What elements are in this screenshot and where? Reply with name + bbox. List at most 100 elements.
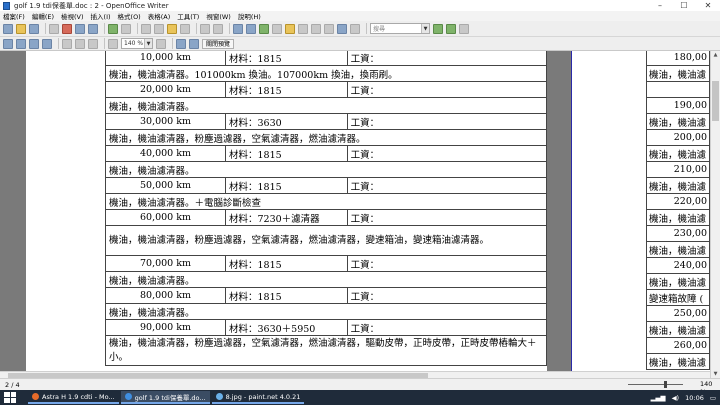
menu-tools[interactable]: 工具(T) xyxy=(177,11,199,21)
print-page-view-icon[interactable] xyxy=(189,38,199,49)
table-cell-material[interactable]: 材料：1815 xyxy=(225,255,348,272)
menu-view[interactable]: 檢視(V) xyxy=(61,11,84,21)
menu-file[interactable]: 檔案(F) xyxy=(3,11,25,21)
table-cell-description[interactable]: 機油，機油濾清器。 xyxy=(105,303,547,320)
table-cell-km[interactable]: 80,000 km xyxy=(105,287,226,304)
task-firefox[interactable]: Astra H 1.9 cdti - Mo... xyxy=(28,391,119,404)
next-page-icon[interactable] xyxy=(16,38,26,49)
table-cell[interactable]: 260,00 xyxy=(646,337,710,354)
menu-edit[interactable]: 編輯(E) xyxy=(32,11,54,21)
export-pdf-icon[interactable] xyxy=(62,23,72,34)
table-cell-description[interactable]: 機油，機油濾清器，粉塵過濾器，空氣濾清器，燃油濾清器。 xyxy=(105,129,547,146)
table-cell-km[interactable]: 10,000 km xyxy=(105,51,226,66)
task-writer[interactable]: golf 1.9 tdi保養單.do... xyxy=(120,391,210,404)
zoom-in-icon[interactable] xyxy=(108,38,118,49)
fullscreen-icon[interactable] xyxy=(176,38,186,49)
zoom-slider[interactable] xyxy=(628,384,683,385)
nonprinting-characters-icon[interactable] xyxy=(324,23,334,34)
search-input[interactable]: 搜尋 ▼ xyxy=(370,23,430,34)
table-cell[interactable]: 190,00 xyxy=(646,97,710,114)
table-cell-description[interactable]: 機油，機油濾清器。101000km 換油。107000km 換油，換雨刷。 xyxy=(105,65,547,82)
table-cell-description[interactable]: 機油，機油濾清器。＋電腦診斷檢查 xyxy=(105,193,547,210)
table-icon[interactable] xyxy=(246,23,256,34)
copy-icon[interactable] xyxy=(154,23,164,34)
table-cell[interactable]: 機油，機油濾 xyxy=(646,321,710,338)
minimize-button[interactable]: – xyxy=(648,0,672,11)
help-icon[interactable] xyxy=(350,23,360,34)
print-icon[interactable] xyxy=(75,23,85,34)
table-cell-material[interactable]: 材料：3630 xyxy=(225,113,348,130)
table-cell[interactable]: 機油，機油濾 xyxy=(646,177,710,194)
menu-window[interactable]: 視窗(W) xyxy=(206,11,231,21)
table-cell[interactable]: 機油，機油濾 xyxy=(646,241,710,258)
table-cell-labor[interactable]: 工資： xyxy=(346,177,548,194)
print-preview-icon[interactable] xyxy=(88,23,98,34)
table-cell[interactable] xyxy=(646,81,710,98)
table-cell-labor[interactable]: 工資： xyxy=(346,255,548,272)
table-cell[interactable]: 210,00 xyxy=(646,161,710,178)
menu-insert[interactable]: 插入(I) xyxy=(91,11,111,21)
data-sources-icon[interactable] xyxy=(311,23,321,34)
multiple-pages-icon[interactable] xyxy=(75,38,85,49)
table-cell-material[interactable]: 材料：1815 xyxy=(225,177,348,194)
table-cell-labor[interactable]: 工資： xyxy=(346,145,548,162)
table-cell-km[interactable]: 60,000 km xyxy=(105,209,226,226)
table-cell[interactable]: 220,00 xyxy=(646,193,710,210)
table-cell-material[interactable]: 材料：1815 xyxy=(225,287,348,304)
table-cell-material[interactable]: 材料：3630＋5950 xyxy=(225,319,348,336)
edit-file-icon[interactable] xyxy=(49,23,59,34)
two-pages-icon[interactable] xyxy=(62,38,72,49)
scroll-down-icon[interactable]: ▼ xyxy=(711,370,720,378)
table-cell-material[interactable]: 材料：1815 xyxy=(225,145,348,162)
table-cell-km[interactable]: 20,000 km xyxy=(105,81,226,98)
table-cell[interactable]: 機油，機油濾 xyxy=(646,273,710,290)
previous-page-icon[interactable] xyxy=(3,38,13,49)
toolbar-options-icon[interactable] xyxy=(459,23,469,34)
menu-help[interactable]: 說明(H) xyxy=(238,11,261,21)
volume-icon[interactable]: ◀) xyxy=(672,394,680,402)
table-cell-material[interactable]: 材料：7230＋濾清器 xyxy=(225,209,348,226)
first-page-icon[interactable] xyxy=(29,38,39,49)
horizontal-scrollbar[interactable] xyxy=(0,371,710,378)
redo-icon[interactable] xyxy=(213,23,223,34)
find-replace-icon[interactable] xyxy=(272,23,282,34)
table-cell-labor[interactable]: 工資： xyxy=(346,287,548,304)
autospell-icon[interactable] xyxy=(121,23,131,34)
close-preview-button[interactable]: 關閉預覽 xyxy=(202,38,235,49)
table-cell[interactable]: 230,00 xyxy=(646,225,710,242)
maximize-button[interactable]: ☐ xyxy=(672,0,696,11)
menu-table[interactable]: 表格(A) xyxy=(148,11,171,21)
network-icon[interactable]: ▂▄▆ xyxy=(651,394,666,402)
find-next-icon[interactable] xyxy=(433,23,443,34)
table-cell[interactable]: 機油，機油濾 xyxy=(646,209,710,226)
table-cell-km[interactable]: 30,000 km xyxy=(105,113,226,130)
table-cell-labor[interactable]: 工資： xyxy=(346,81,548,98)
table-cell-description[interactable]: 機油，機油濾清器，粉塵過濾器，空氣濾清器，燃油濾清器，驅動皮帶，正時皮帶，正時皮… xyxy=(105,335,547,366)
table-cell-km[interactable]: 50,000 km xyxy=(105,177,226,194)
notification-icon[interactable]: ▭ xyxy=(710,394,716,402)
show-draw-functions-icon[interactable] xyxy=(259,23,269,34)
find-previous-icon[interactable] xyxy=(446,23,456,34)
table-cell[interactable]: 240,00 xyxy=(646,257,710,274)
table-cell[interactable]: 機油，機油濾 xyxy=(646,353,710,370)
table-cell-material[interactable]: 材料：1815 xyxy=(225,51,348,66)
navigator-icon[interactable] xyxy=(285,23,295,34)
clock[interactable]: 10:06 xyxy=(685,394,704,402)
zoom-select[interactable]: 140 % ▼ xyxy=(121,38,153,49)
windows-start-icon[interactable] xyxy=(4,392,16,403)
table-cell-description[interactable]: 機油，機油濾清器。 xyxy=(105,271,547,288)
task-paintnet[interactable]: 8.jpg - paint.net 4.0.21 xyxy=(211,391,305,404)
table-cell[interactable]: 變速箱故障 ( xyxy=(646,289,710,306)
table-cell-labor[interactable]: 工資： xyxy=(346,51,548,66)
table-cell-km[interactable]: 90,000 km xyxy=(105,319,226,336)
hyperlink-icon[interactable] xyxy=(233,23,243,34)
undo-icon[interactable] xyxy=(200,23,210,34)
open-folder-icon[interactable] xyxy=(16,23,26,34)
last-page-icon[interactable] xyxy=(42,38,52,49)
table-cell-labor[interactable]: 工資： xyxy=(346,209,548,226)
vertical-scrollbar[interactable]: ▲ ▼ xyxy=(710,51,720,378)
table-cell[interactable]: 250,00 xyxy=(646,305,710,322)
table-cell-material[interactable]: 材料：1815 xyxy=(225,81,348,98)
table-cell[interactable]: 機油，機油濾 xyxy=(646,113,710,130)
table-cell-description[interactable]: 機油，機油濾清器。 xyxy=(105,161,547,178)
